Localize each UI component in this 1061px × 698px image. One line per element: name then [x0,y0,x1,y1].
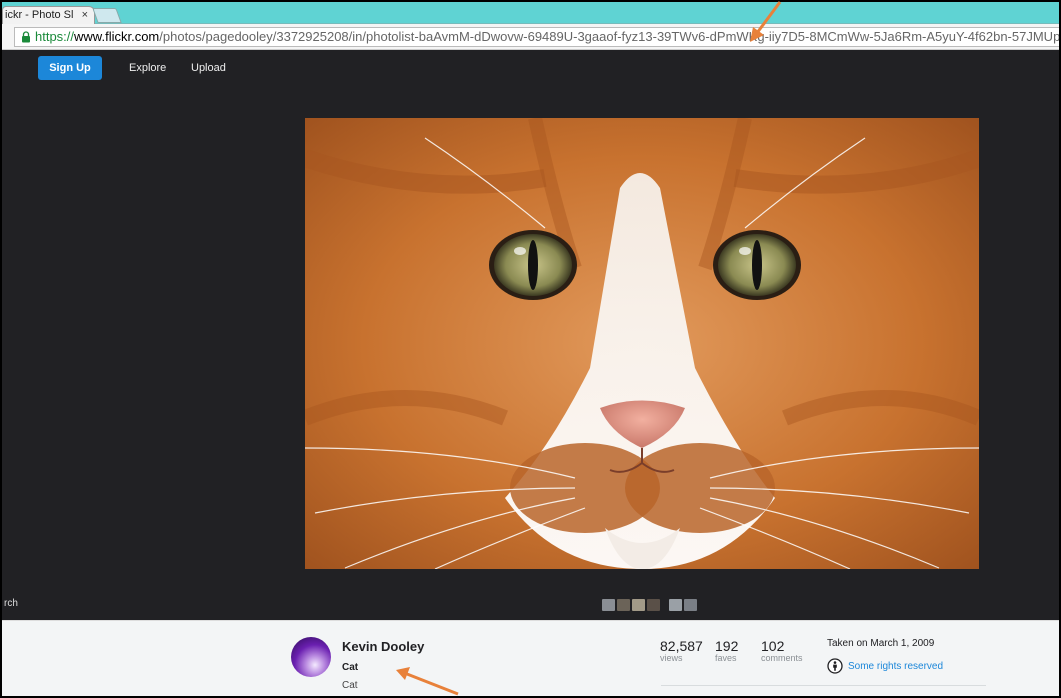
lock-icon [21,31,31,43]
browser-tab[interactable]: ickr - Photo Sl × [2,6,95,24]
taken-date: Taken on March 1, 2009 [827,638,935,649]
nav-explore[interactable]: Explore [129,62,166,74]
stat-value: 192 [715,638,739,654]
new-tab-button[interactable] [92,8,122,23]
stat-value: 102 [761,638,785,654]
thumbnail[interactable] [647,599,660,611]
stat-label: views [660,653,683,663]
stat-value: 82,587 [660,638,703,654]
owner-avatar[interactable] [291,637,331,677]
stat-label: comments [761,653,803,663]
tab-title: ickr - Photo Sl [5,9,74,21]
stat-views: 82,587 views [660,639,703,663]
browser-tab-strip: ickr - Photo Sl × [2,2,1059,24]
cat-face-image [305,118,979,569]
tab-close-icon[interactable]: × [82,7,88,23]
thumbnail[interactable] [669,599,682,611]
owner-name[interactable]: Kevin Dooley [342,639,424,654]
url-scheme: https:// [35,29,75,44]
thumbnail[interactable] [632,599,645,611]
sign-up-button[interactable]: Sign Up [38,56,102,80]
photo-title: Cat [342,662,359,673]
url-input[interactable]: https://www.flickr.com/photos/pagedooley… [14,27,1061,47]
thumbnail[interactable] [602,599,615,611]
screenshot-frame: ickr - Photo Sl × https://www.flickr.com… [0,0,1061,698]
site-header: Sign Up Explore Upload [2,50,1059,90]
thumbnail[interactable] [684,599,697,611]
photo-description: Cat [342,680,358,691]
stat-label: faves [715,653,737,663]
photo-info-panel: Kevin Dooley Cat Cat 82,587 views 192 fa… [2,620,1059,696]
license-link[interactable]: Some rights reserved [848,661,943,672]
search-fragment[interactable]: rch [4,598,18,609]
main-photo[interactable] [305,118,979,569]
stat-comments: 102 comments [761,639,803,663]
browser-address-bar: https://www.flickr.com/photos/pagedooley… [2,24,1061,50]
info-divider [661,685,986,686]
url-path: /photos/pagedooley/3372925208/in/photoli… [159,29,1061,44]
nav-upload[interactable]: Upload [191,62,226,74]
stat-faves: 192 faves [715,639,738,663]
url-domain: www.flickr.com [74,29,160,44]
thumbnail[interactable] [617,599,630,611]
creative-commons-attribution-icon [827,658,843,674]
